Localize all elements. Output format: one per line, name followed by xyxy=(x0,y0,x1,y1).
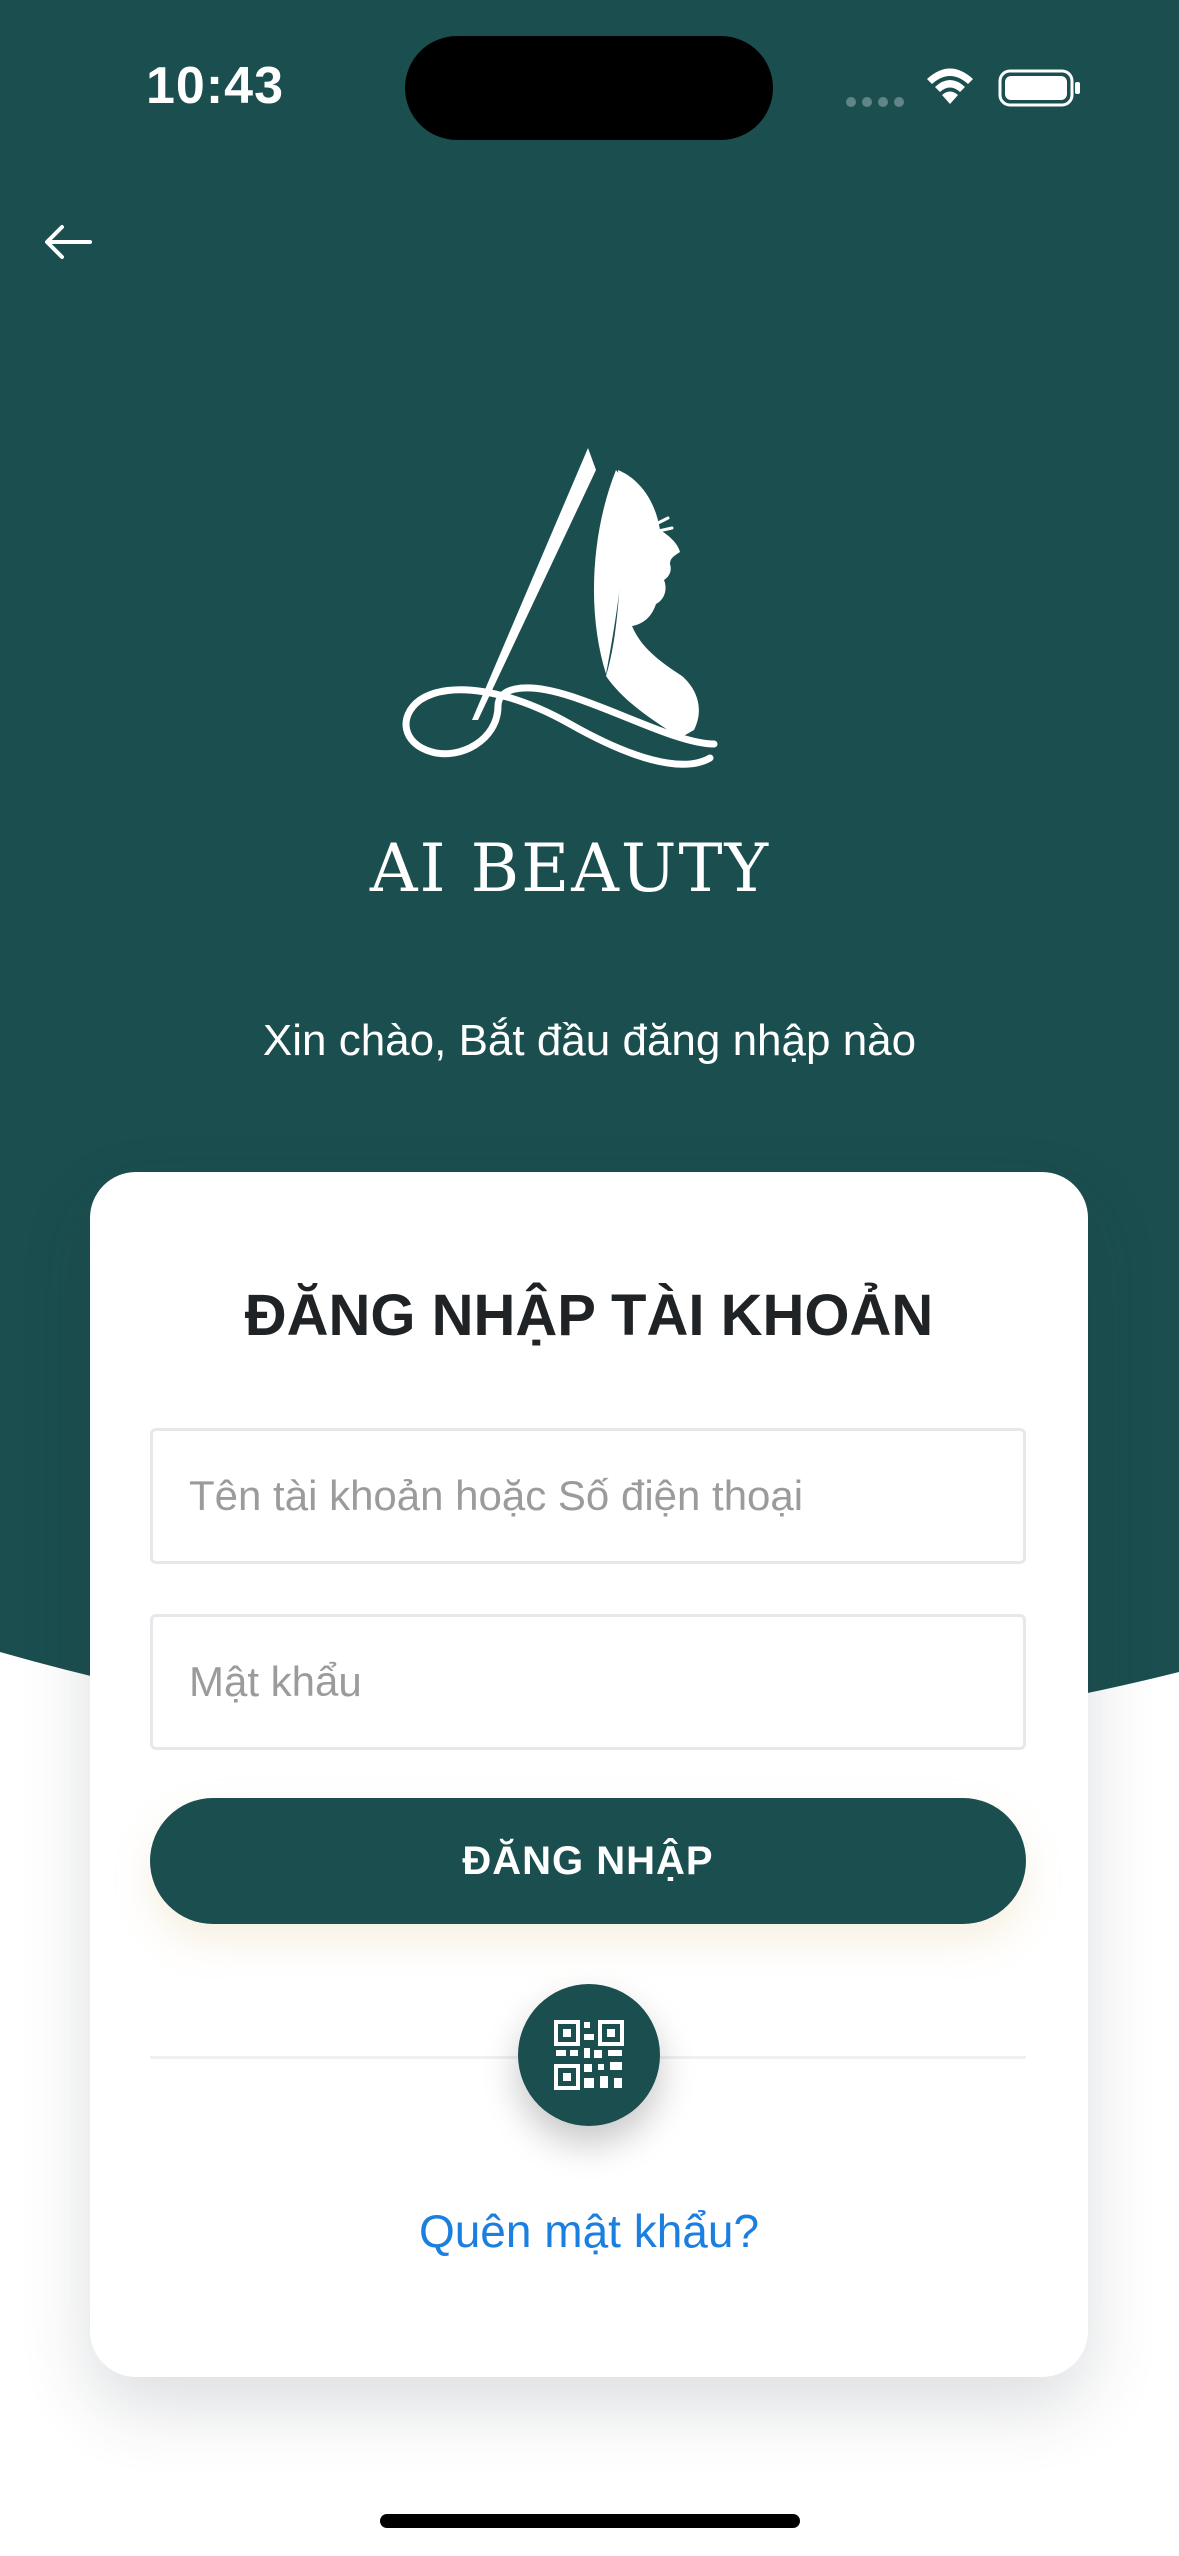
status-bar: 10:43 xyxy=(0,0,1179,170)
status-time: 10:43 xyxy=(146,57,284,115)
forgot-password-link[interactable]: Quên mật khẩu? xyxy=(90,2204,1088,2258)
username-input[interactable] xyxy=(153,1431,1023,1561)
cellular-signal-icon xyxy=(846,97,904,107)
greeting-text: Xin chào, Bắt đầu đăng nhập nào xyxy=(262,1016,917,1065)
back-arrow-icon[interactable] xyxy=(36,210,100,274)
qr-code-icon xyxy=(554,2020,624,2090)
password-input[interactable] xyxy=(153,1617,1023,1747)
battery-icon xyxy=(998,69,1080,107)
login-card: ĐĂNG NHẬP TÀI KHOẢN ĐĂNG NHẬP xyxy=(90,1172,1088,2377)
home-indicator xyxy=(380,2514,800,2528)
wifi-icon xyxy=(927,68,973,104)
login-button[interactable]: ĐĂNG NHẬP xyxy=(150,1798,1026,1924)
qr-login-button[interactable] xyxy=(518,1984,660,2126)
woman-profile-logo-icon xyxy=(402,448,718,768)
login-card-title: ĐĂNG NHẬP TÀI KHOẢN xyxy=(244,1283,934,1348)
brand-name: AI BEAUTY xyxy=(369,830,771,907)
dynamic-island xyxy=(405,36,773,140)
username-field[interactable] xyxy=(150,1428,1026,1564)
password-field[interactable] xyxy=(150,1614,1026,1750)
